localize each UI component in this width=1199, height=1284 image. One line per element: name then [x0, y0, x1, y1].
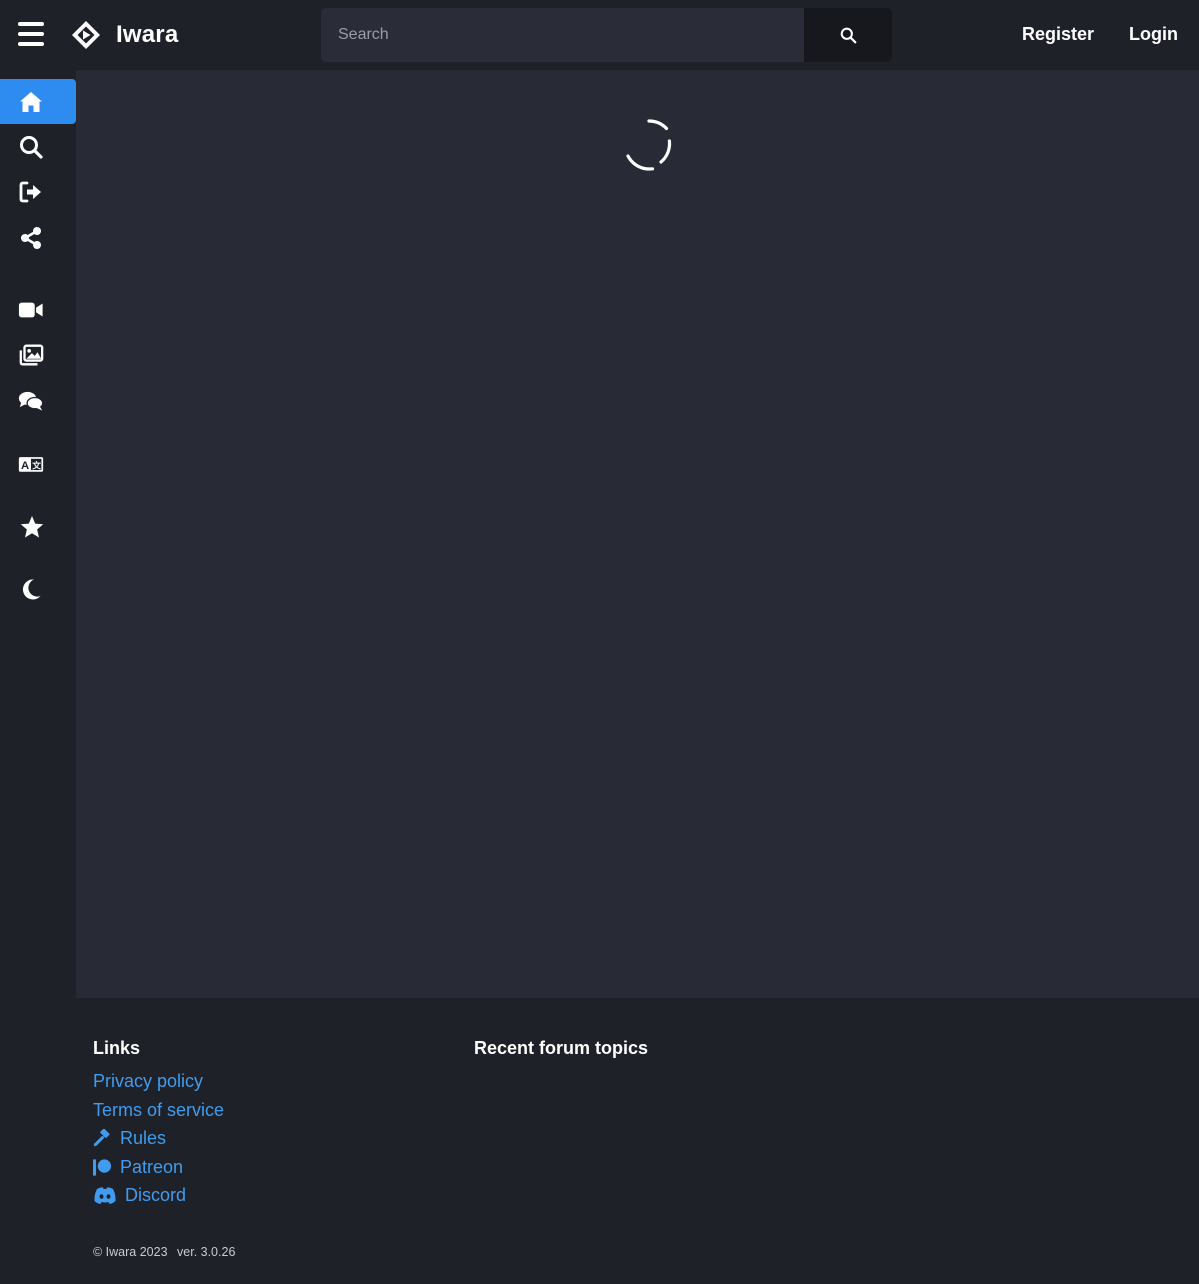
search-bar — [321, 8, 892, 62]
sidebar-item-forum[interactable] — [0, 378, 76, 423]
sidebar-item-videos[interactable] — [0, 287, 76, 332]
search-icon — [20, 135, 43, 159]
footer: Links Recent forum topics Privacy policy… — [0, 998, 1199, 1284]
patreon-icon — [93, 1159, 112, 1176]
page: Iwara Register Login — [0, 0, 1199, 1284]
privacy-policy-label: Privacy policy — [93, 1071, 204, 1091]
search-button[interactable] — [804, 8, 892, 62]
terms-of-service-link[interactable]: Terms of service — [93, 1100, 224, 1121]
register-link[interactable]: Register — [1022, 24, 1094, 45]
search-icon — [840, 27, 856, 43]
sidebar-item-share[interactable] — [0, 215, 76, 260]
menu-button[interactable] — [18, 22, 44, 46]
site-logo[interactable]: Iwara — [71, 18, 178, 52]
copyright: © Iwara 2023 ver. 3.0.26 — [93, 1245, 235, 1259]
menu-icon-bar — [18, 32, 44, 36]
privacy-policy-link[interactable]: Privacy policy — [93, 1071, 203, 1092]
sidebar-item-home[interactable] — [0, 79, 76, 124]
translate-icon: A 文 — [18, 456, 44, 472]
images-icon — [19, 344, 44, 365]
forum-topics-heading: Recent forum topics — [474, 1038, 649, 1058]
svg-text:A: A — [21, 459, 29, 471]
rules-label: Rules — [120, 1128, 167, 1148]
sidebar-item-search[interactable] — [0, 124, 76, 169]
logo-text: Iwara — [116, 21, 179, 48]
sidebar-item-language[interactable]: A 文 — [0, 441, 76, 486]
version-text: ver. 3.0.26 — [177, 1245, 236, 1259]
forum-icon — [18, 391, 44, 411]
home-icon — [20, 91, 42, 112]
sidebar: A 文 — [0, 70, 76, 998]
video-icon — [18, 302, 43, 317]
login-icon — [19, 181, 41, 202]
sidebar-item-favorites[interactable] — [0, 504, 76, 549]
discord-link[interactable]: Discord — [93, 1185, 186, 1206]
sidebar-item-images[interactable] — [0, 332, 76, 377]
search-input[interactable] — [321, 8, 804, 62]
main-content — [76, 70, 1199, 998]
gavel-icon — [93, 1129, 110, 1147]
patreon-label: Patreon — [120, 1157, 184, 1177]
star-icon — [20, 515, 44, 537]
menu-icon — [18, 22, 44, 26]
patreon-link[interactable]: Patreon — [93, 1157, 183, 1178]
terms-of-service-label: Terms of service — [93, 1100, 225, 1120]
share-icon — [21, 226, 41, 249]
discord-label: Discord — [125, 1185, 187, 1205]
top-header: Iwara Register Login — [0, 0, 1199, 70]
moon-icon — [22, 578, 41, 599]
svg-text:文: 文 — [31, 459, 41, 471]
menu-icon-bar — [18, 42, 44, 46]
logo-icon — [72, 21, 100, 49]
sidebar-item-theme[interactable] — [0, 566, 76, 611]
rules-link[interactable]: Rules — [93, 1128, 166, 1149]
discord-icon — [94, 1187, 116, 1204]
sidebar-item-login[interactable] — [0, 169, 76, 214]
links-heading: Links — [93, 1038, 141, 1058]
copyright-text: © Iwara 2023 — [93, 1245, 168, 1259]
login-link[interactable]: Login — [1129, 24, 1178, 45]
loading-spinner-icon — [626, 119, 672, 171]
